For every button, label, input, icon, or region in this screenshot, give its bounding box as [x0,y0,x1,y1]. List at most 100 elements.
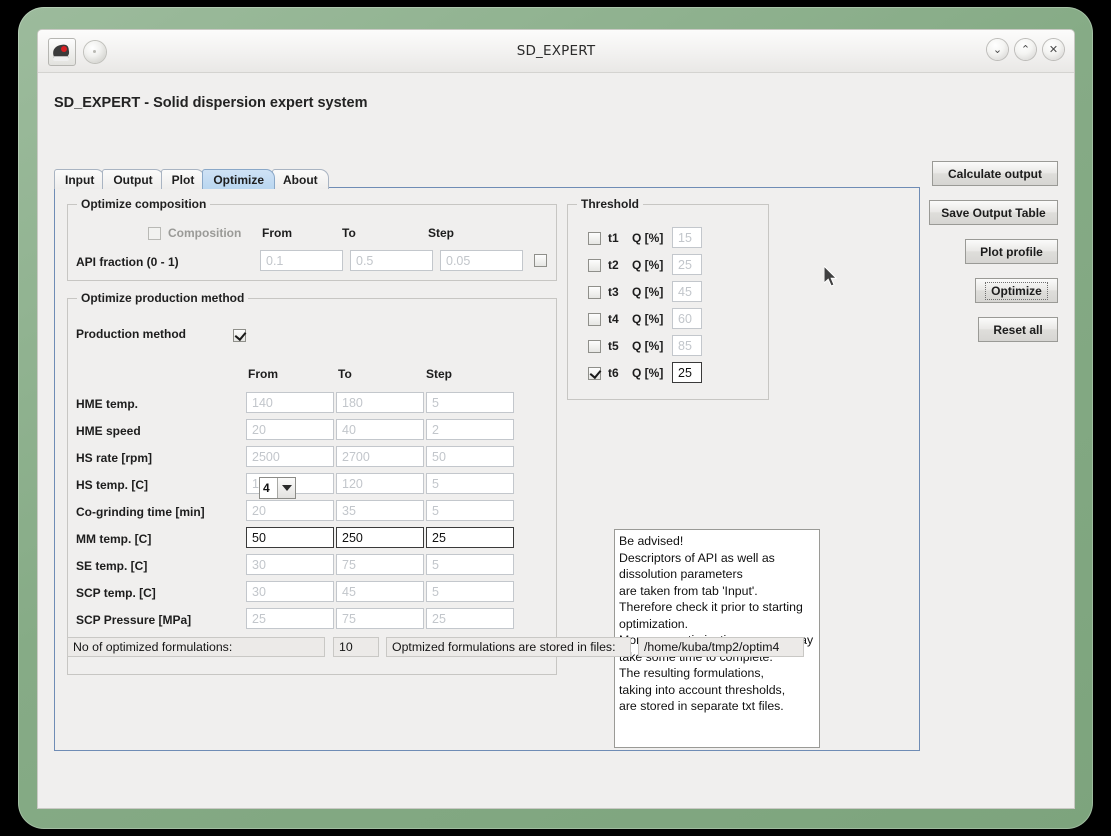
threshold-t5-checkbox[interactable] [588,340,601,353]
mm-temp-step-input[interactable]: 25 [426,527,514,548]
hme-temp-step-input[interactable]: 5 [426,392,514,413]
row-label-se-temp: SE temp. [C] [76,559,148,573]
tab-input[interactable]: Input [54,169,106,189]
threshold-t4-input[interactable]: 60 [672,308,702,329]
row-label-scp-temp: SCP temp. [C] [76,586,156,600]
api-fraction-to-input[interactable]: 0.5 [350,250,433,271]
cogrinding-time-from-input[interactable]: 20 [246,500,334,521]
threshold-t2-checkbox[interactable] [588,259,601,272]
threshold-t4-unit: Q [%] [632,312,664,326]
minimize-button[interactable]: ⌄ [987,39,1008,60]
production-method-checkbox[interactable] [233,329,246,342]
threshold-t6-checkbox[interactable] [588,367,601,380]
tab-plot[interactable]: Plot [160,169,206,189]
cogrinding-time-step-input[interactable]: 5 [426,500,514,521]
row-label-mm-temp: MM temp. [C] [76,532,152,546]
row-label-hs-rate: HS rate [rpm] [76,451,153,465]
hme-temp-from-input[interactable]: 140 [246,392,334,413]
tab-bar: Input Output Plot Optimize About [54,169,329,189]
scp-pressure-step-input[interactable]: 25 [426,608,514,629]
optimized-count-label: No of optimized formulations: [67,637,325,657]
api-fraction-step-input[interactable]: 0.05 [440,250,523,271]
threshold-t3-checkbox[interactable] [588,286,601,299]
hme-temp-to-input[interactable]: 180 [336,392,424,413]
hs-temp-to-input[interactable]: 120 [336,473,424,494]
scp-pressure-from-input[interactable]: 25 [246,608,334,629]
composition-checkbox-label: Composition [168,226,242,240]
composition-col-to: To [342,226,356,240]
page-title: SD_EXPERT - Solid dispersion expert syst… [54,95,368,111]
optimize-button-label: Optimize [985,281,1048,300]
threshold-t1-unit: Q [%] [632,231,664,245]
mm-temp-from-input[interactable]: 50 [246,527,334,548]
composition-checkbox[interactable] [148,227,161,240]
titlebar-window-controls: ⌄ ⌃ ✕ [987,39,1064,60]
threshold-t1-checkbox[interactable] [588,232,601,245]
hme-speed-from-input[interactable]: 20 [246,419,334,440]
maximize-button[interactable]: ⌃ [1015,39,1036,60]
scp-temp-step-input[interactable]: 5 [426,581,514,602]
optimized-files-label: Optmized formulations are stored in file… [386,637,631,657]
threshold-t2-label: t2 [608,258,619,272]
hme-speed-step-input[interactable]: 2 [426,419,514,440]
window-titlebar[interactable]: SD_EXPERT ⌄ ⌃ ✕ [38,30,1074,73]
save-output-table-button[interactable]: Save Output Table [929,200,1058,225]
hs-rate-from-input[interactable]: 2500 [246,446,334,467]
threshold-t5-input[interactable]: 85 [672,335,702,356]
tab-about[interactable]: About [272,169,329,189]
threshold-t2-input[interactable]: 25 [672,254,702,275]
row-label-hme-temp: HME temp. [76,397,139,411]
composition-col-from: From [262,226,292,240]
tab-optimize[interactable]: Optimize [202,169,275,189]
threshold-t4-checkbox[interactable] [588,313,601,326]
application-window: SD_EXPERT ⌄ ⌃ ✕ SD_EXPERT - Solid disper… [38,30,1074,808]
threshold-t6-label: t6 [608,366,619,380]
production-method-value: 4 [260,478,277,498]
hme-speed-to-input[interactable]: 40 [336,419,424,440]
plot-profile-button[interactable]: Plot profile [965,239,1058,264]
threshold-t1-label: t1 [608,231,619,245]
hs-rate-to-input[interactable]: 2700 [336,446,424,467]
optimize-composition-title: Optimize composition [77,197,211,211]
production-col-step: Step [426,367,453,381]
chevron-down-icon[interactable] [277,478,295,498]
reset-all-button[interactable]: Reset all [978,317,1058,342]
threshold-t6-unit: Q [%] [632,366,664,380]
mouse-cursor [824,266,838,287]
composition-col-step: Step [428,226,455,240]
hs-rate-step-input[interactable]: 50 [426,446,514,467]
threshold-t3-unit: Q [%] [632,285,664,299]
optimized-files-path[interactable]: /home/kuba/tmp2/optim4 [638,637,804,657]
row-label-cogrinding-time: Co-grinding time [min] [76,505,205,519]
scp-pressure-to-input[interactable]: 75 [336,608,424,629]
scp-temp-to-input[interactable]: 45 [336,581,424,602]
optimize-button[interactable]: Optimize [975,278,1058,303]
close-button[interactable]: ✕ [1043,39,1064,60]
threshold-t5-label: t5 [608,339,619,353]
production-method-label: Production method [76,327,186,341]
api-fraction-from-input[interactable]: 0.1 [260,250,343,271]
se-temp-to-input[interactable]: 75 [336,554,424,575]
optimize-production-title: Optimize production method [77,291,249,305]
se-temp-step-input[interactable]: 5 [426,554,514,575]
cogrinding-time-to-input[interactable]: 35 [336,500,424,521]
threshold-t6-input[interactable]: 25 [672,362,702,383]
hs-temp-step-input[interactable]: 5 [426,473,514,494]
tab-output[interactable]: Output [102,169,164,189]
window-body: SD_EXPERT - Solid dispersion expert syst… [38,73,1074,808]
threshold-t1-input[interactable]: 15 [672,227,702,248]
optimized-count-value[interactable]: 10 [333,637,379,657]
production-col-from: From [248,367,278,381]
row-label-hme-speed: HME speed [76,424,141,438]
production-method-select[interactable]: 4 [259,477,296,499]
calculate-output-button[interactable]: Calculate output [932,161,1058,186]
api-fraction-enable-checkbox[interactable] [534,254,547,267]
desktop-background: SD_EXPERT ⌄ ⌃ ✕ SD_EXPERT - Solid disper… [0,0,1111,836]
scp-temp-from-input[interactable]: 30 [246,581,334,602]
mm-temp-to-input[interactable]: 250 [336,527,424,548]
threshold-t4-label: t4 [608,312,619,326]
window-title: SD_EXPERT [516,43,596,59]
se-temp-from-input[interactable]: 30 [246,554,334,575]
threshold-t3-input[interactable]: 45 [672,281,702,302]
optimize-tab-panel: Optimize composition Composition From To… [54,187,920,751]
